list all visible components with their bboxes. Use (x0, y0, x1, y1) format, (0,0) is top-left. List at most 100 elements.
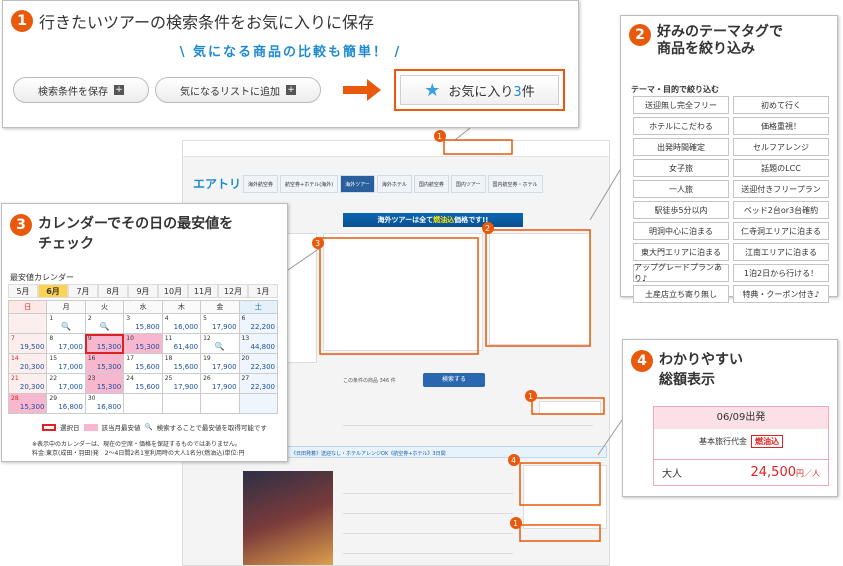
calendar-label: 最安値カレンダー (10, 273, 74, 282)
calendar-day[interactable]: 11 61,400 (161, 333, 202, 354)
calendar-day[interactable]: 12 🔍 (200, 333, 240, 354)
month-tab[interactable]: 11月 (188, 284, 218, 298)
theme-tag[interactable]: 特典・クーポン付き♪ (733, 285, 829, 303)
nav-item[interactable]: 国内航空券・ホテル (487, 175, 543, 193)
weekday-header: 木 (161, 300, 202, 314)
nav-item[interactable]: 海外航空券 (243, 175, 279, 193)
step-number-badge: 1 (11, 10, 33, 32)
month-tab[interactable]: 9月 (128, 284, 158, 298)
month-tab[interactable]: 7月 (68, 284, 98, 298)
nav-item[interactable]: 航空券+ホテル(海外) (280, 175, 339, 193)
legend-selected: 選択日 (60, 424, 80, 432)
month-tab[interactable]: 1月 (248, 284, 278, 298)
calendar-day[interactable]: 4 16,000 (161, 313, 202, 334)
calendar-day[interactable]: 19 17,900 (200, 353, 240, 374)
month-tab[interactable]: 12月 (218, 284, 248, 298)
calendar-day[interactable]: 13 44,800 (238, 333, 279, 354)
calendar-day[interactable]: 3 15,800 (123, 313, 163, 334)
calendar-day[interactable]: 22 17,000 (46, 373, 86, 394)
month-tab[interactable]: 6月 (38, 284, 68, 298)
theme-tag[interactable]: 初めて行く (733, 96, 829, 114)
calendar-day[interactable]: 14 20,300 (7, 353, 48, 374)
calendar-day[interactable]: 26 17,900 (200, 373, 240, 394)
theme-tag[interactable]: 送迎付きフリープラン (733, 180, 829, 198)
calendar-day[interactable]: 20 22,300 (238, 353, 279, 374)
calendar-day[interactable]: 8 17,000 (46, 333, 86, 354)
calendar-day[interactable]: 24 15,600 (123, 373, 163, 394)
search-icon[interactable]: 🔍 (88, 322, 121, 331)
theme-tag[interactable]: 駅徒歩5分以内 (633, 201, 729, 219)
trip-title-bar[interactable]: 《日田発着》送迎なし・ホテルアレンジOK《航空券+ホテル》3日間 (287, 446, 607, 458)
calendar-day[interactable]: 2 🔍 (84, 313, 125, 334)
day-price: 17,900 (212, 383, 237, 391)
theme-tag[interactable]: 東大門エリアに泊まる (633, 243, 729, 261)
calendar-day[interactable]: 18 15,600 (161, 353, 202, 374)
theme-tag[interactable]: 価格重視！ (733, 117, 829, 135)
panel4-title-line2: 総額表示 (659, 372, 715, 388)
month-tab[interactable]: 10月 (158, 284, 188, 298)
nav-item[interactable]: 国内航空券 (413, 175, 449, 193)
calendar-day[interactable]: 16 15,300 (84, 353, 125, 374)
calendar-day[interactable]: 6 22,200 (238, 313, 279, 334)
month-tab[interactable]: 8月 (98, 284, 128, 298)
theme-tag[interactable]: ベッド2台or3台確約 (733, 201, 829, 219)
adult-label: 大人 (662, 469, 682, 480)
calendar-day[interactable]: 25 17,900 (161, 373, 202, 394)
panel3-title-line2: チェック (38, 236, 94, 252)
theme-tag[interactable]: アップグレードプランあり♪ (633, 263, 729, 283)
nav-item[interactable]: 海外ホテル (376, 175, 412, 193)
day-number: 8 (49, 335, 54, 342)
theme-tag[interactable]: 仁寺洞エリアに泊まる (733, 222, 829, 240)
step-number-badge: 2 (629, 24, 651, 46)
divider (343, 533, 513, 534)
calendar-day[interactable]: 15 17,000 (46, 353, 86, 374)
theme-tag[interactable]: 一人旅 (633, 180, 729, 198)
calendar-day[interactable]: 5 17,900 (200, 313, 240, 334)
add-to-list-button[interactable]: 気になるリストに追加 + (155, 77, 321, 103)
calendar-day[interactable]: 9 15,300 (84, 333, 125, 354)
adult-price-row: 大人 24,500円／人 (654, 459, 828, 485)
site-header (183, 141, 609, 157)
calendar-day[interactable]: 28 15,300 (7, 393, 48, 414)
calendar-day[interactable]: 30 16,800 (84, 393, 125, 414)
theme-tag[interactable]: 明洞中心に泊まる (633, 222, 729, 240)
theme-tag[interactable]: 江南エリアに泊まる (733, 243, 829, 261)
theme-tag[interactable]: 1泊2日から行ける！ (733, 264, 829, 282)
calendar-day[interactable]: 7 19,500 (7, 333, 48, 354)
calendar-day[interactable]: 29 16,800 (46, 393, 86, 414)
search-icon[interactable]: 🔍 (203, 342, 236, 351)
theme-tag[interactable]: 女子旅 (633, 159, 729, 177)
save-search-button[interactable]: 検索条件を保存 + (13, 77, 149, 103)
theme-tag[interactable]: 送迎無し完全フリー (633, 96, 729, 114)
theme-tag[interactable]: 話題のLCC (733, 159, 829, 177)
calendar-day[interactable]: 1 🔍 (46, 313, 86, 334)
day-price: 22,200 (250, 323, 276, 331)
month-tab[interactable]: 5月 (8, 284, 38, 298)
panel2-title-line1: 好みのテーマタグで (657, 24, 783, 40)
favorites-box[interactable]: ★ お気に入り3件 (394, 69, 565, 111)
theme-tag[interactable]: ホテルにこだわる (633, 117, 729, 135)
divider (343, 425, 593, 426)
calendar-day (161, 393, 202, 414)
cheapest-swatch (83, 423, 98, 431)
site-search-button[interactable]: 検索する (423, 373, 485, 387)
theme-tag[interactable]: セルフアレンジ (733, 138, 829, 156)
day-number: 13 (241, 335, 250, 342)
fuel-included-banner: 海外ツアーは全て燃油込価格です!! (343, 213, 523, 227)
calendar-day[interactable]: 10 15,300 (123, 333, 163, 354)
day-price: 15,300 (96, 343, 122, 351)
theme-tag[interactable]: 土産店立ち寄り無し (633, 285, 729, 303)
calendar-day[interactable]: 17 15,600 (123, 353, 163, 374)
calendar-day[interactable]: 27 22,300 (238, 373, 279, 394)
search-icon[interactable]: 🔍 (49, 322, 82, 331)
day-price: 17,900 (212, 363, 237, 371)
theme-tag[interactable]: 出発時間確定 (633, 138, 729, 156)
nav-item-active[interactable]: 海外ツアー (340, 175, 375, 193)
day-number: 6 (241, 315, 246, 322)
weekday-header: 火 (84, 300, 125, 314)
nav-item[interactable]: 国内ツアー (450, 175, 486, 193)
day-price: 44,800 (250, 343, 276, 351)
calendar-day[interactable]: 23 15,300 (84, 373, 125, 394)
calendar-day[interactable]: 21 20,300 (7, 373, 48, 394)
day-number: 24 (126, 375, 134, 382)
